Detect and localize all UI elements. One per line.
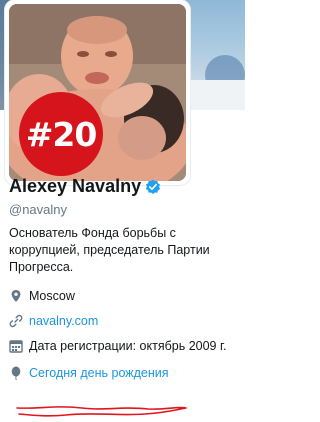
calendar-icon [9,339,23,353]
profile-handle[interactable]: @navalny [9,202,67,217]
profile-joined-text: Дата регистрации: октябрь 2009 г. [29,339,227,353]
link-icon [9,314,23,328]
profile-url: navalny.com [9,314,98,328]
profile-url-link[interactable]: navalny.com [29,314,98,328]
profile-location-text: Moscow [29,289,75,303]
profile-joined: Дата регистрации: октябрь 2009 г. [9,339,227,353]
rank-badge: #20 [19,92,103,176]
banner-shape [190,80,245,110]
hand-drawn-underline [16,406,187,417]
profile-location: Moscow [9,289,75,303]
profile-name[interactable]: Alexey Navalny [9,176,141,197]
profile-name-row: Alexey Navalny [9,176,161,197]
profile-bio: Основатель Фонда борьбы с коррупцией, пр… [9,226,210,274]
avatar[interactable]: #20 [9,4,186,181]
map-pin-icon [9,289,23,303]
verified-badge-icon [145,179,161,195]
